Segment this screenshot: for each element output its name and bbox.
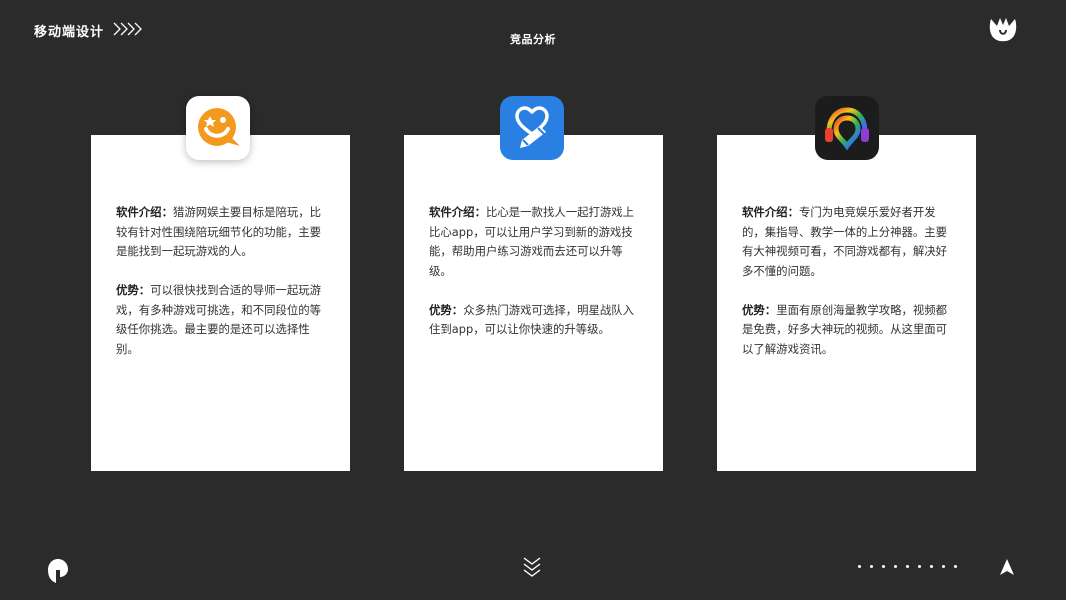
advantage-paragraph: 优势：里面有原创海量教学攻略，视频都是免费，好多大神玩的视频。从这里面可以了解游…	[742, 301, 952, 360]
intro-paragraph: 软件介绍：猎游网娱主要目标是陪玩，比较有针对性围绕陪玩细节化的功能，主要是能找到…	[116, 203, 326, 262]
rainbow-headphones-icon	[815, 96, 879, 160]
pagination-dot	[954, 565, 957, 568]
pagination-dot	[870, 565, 873, 568]
page-title: 竞品分析	[510, 33, 556, 46]
card-description: 软件介绍：比心是一款找人一起打游戏上比心app，可以让用户学习到新的游戏技能，帮…	[429, 203, 639, 359]
pagination-dot	[894, 565, 897, 568]
intro-label: 软件介绍：	[742, 205, 799, 219]
app-card-1: 软件介绍：猎游网娱主要目标是陪玩，比较有针对性围绕陪玩细节化的功能，主要是能找到…	[91, 135, 350, 471]
heart-pencil-icon	[500, 96, 564, 160]
card-description: 软件介绍：专门为电竞娱乐爱好者开发的，集指导、教学一体的上分神器。主要有大神视频…	[742, 203, 952, 379]
intro-paragraph: 软件介绍：专门为电竞娱乐爱好者开发的，集指导、教学一体的上分神器。主要有大神视频…	[742, 203, 952, 281]
advantage-label: 优势：	[742, 302, 777, 317]
pagination-dot	[930, 565, 933, 568]
advantage-label: 优势：	[116, 283, 151, 297]
advantage-paragraph: 优势：可以很快找到合适的导师一起玩游戏，有多种游戏可挑选，和不同段位的等级任你挑…	[116, 281, 326, 359]
intro-label: 软件介绍：	[116, 205, 173, 219]
brand-mark-icon	[48, 559, 68, 583]
orange-chat-icon	[186, 96, 250, 160]
card-description: 软件介绍：猎游网娱主要目标是陪玩，比较有针对性围绕陪玩细节化的功能，主要是能找到…	[116, 203, 326, 379]
app-card-2: 软件介绍：比心是一款找人一起打游戏上比心app，可以让用户学习到新的游戏技能，帮…	[404, 135, 663, 471]
advantage-label: 优势：	[429, 302, 464, 317]
advantage-paragraph: 优势：众多热门游戏可选择，明星战队入住到app，可以让你快速的升等级。	[429, 301, 639, 340]
pagination-dot	[942, 565, 945, 568]
pagination-dot	[858, 565, 861, 568]
arrow-up-icon[interactable]	[999, 558, 1015, 576]
app-card-3: 软件介绍：专门为电竞娱乐爱好者开发的，集指导、教学一体的上分神器。主要有大神视频…	[717, 135, 976, 471]
pagination-dot	[906, 565, 909, 568]
pagination-dots	[858, 565, 957, 568]
scroll-down-icon[interactable]	[521, 555, 543, 579]
pagination-dot	[882, 565, 885, 568]
intro-paragraph: 软件介绍：比心是一款找人一起打游戏上比心app，可以让用户学习到新的游戏技能，帮…	[429, 203, 639, 281]
intro-label: 软件介绍：	[429, 205, 486, 219]
pagination-dot	[918, 565, 921, 568]
brand-logo-icon	[989, 18, 1017, 42]
